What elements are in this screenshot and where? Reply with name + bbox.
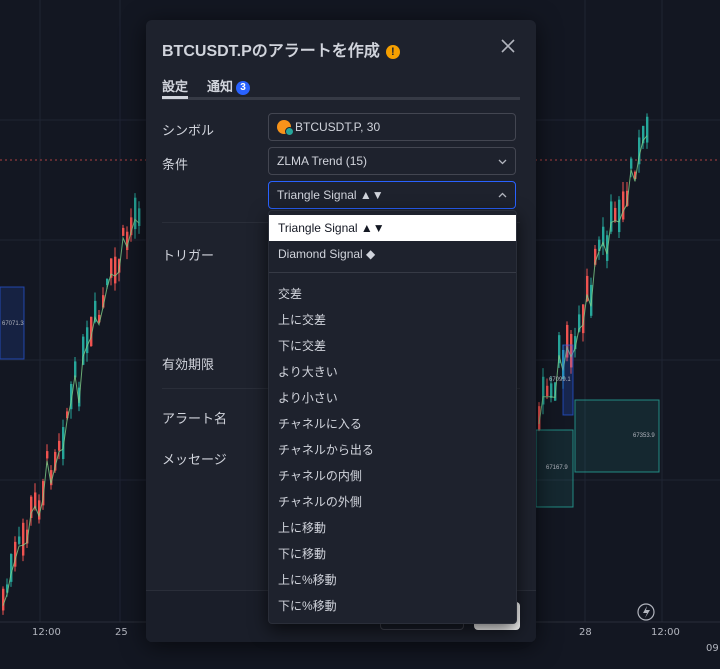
expiration-label: 有効期限	[162, 357, 215, 372]
candle-body	[58, 440, 61, 451]
dropdown-option[interactable]: より小さい	[269, 385, 516, 411]
dialog-title-text: BTCUSDT.Pのアラートを作成	[162, 43, 380, 60]
symbol-logo-icon	[277, 120, 294, 136]
close-icon[interactable]	[500, 38, 516, 54]
box-label: 67167.9	[546, 465, 568, 471]
dropdown-option[interactable]: Triangle Signal ▲▼	[269, 215, 516, 241]
candle-body	[630, 158, 633, 169]
alert-name-label: アラート名	[162, 411, 228, 426]
signal-dropdown-menu: Triangle Signal ▲▼ Diamond Signal ◆ 交差 上…	[268, 210, 517, 624]
symbol-label: シンボル	[162, 123, 215, 138]
dropdown-option[interactable]: 上に移動	[269, 515, 516, 541]
dropdown-option[interactable]: チャネルに入る	[269, 411, 516, 437]
dropdown-option[interactable]: 上に交差	[269, 307, 516, 333]
signal-value: Triangle Signal ▲▼	[277, 188, 384, 202]
chevron-up-icon	[498, 192, 507, 198]
candle-body	[74, 361, 77, 378]
dropdown-separator	[269, 272, 516, 273]
condition-select[interactable]: ZLMA Trend (15)	[268, 147, 516, 175]
candle-body	[622, 191, 625, 220]
candle-body	[138, 208, 141, 226]
symbol-value: BTCUSDT.P, 30	[295, 120, 381, 134]
candle-body	[2, 588, 5, 611]
dropdown-option[interactable]: 下に交差	[269, 333, 516, 359]
tab-settings[interactable]: 設定	[162, 76, 188, 95]
x-axis-label: 12:00	[651, 627, 680, 638]
signal-select[interactable]: Triangle Signal ▲▼	[268, 181, 516, 209]
candle-body	[618, 199, 621, 233]
dropdown-option[interactable]: より大きい	[269, 359, 516, 385]
candle-body	[18, 536, 21, 544]
tab-notifications-label: 通知	[207, 79, 234, 94]
dropdown-option[interactable]: チャネルから出る	[269, 437, 516, 463]
candle-body	[114, 256, 117, 284]
box-label: 67353.9	[633, 433, 655, 439]
dropdown-option[interactable]: チャネルの外側	[269, 489, 516, 515]
x-axis-label: 28	[579, 627, 592, 638]
dropdown-option[interactable]: Diamond Signal ◆	[269, 241, 516, 267]
tab-notifications[interactable]: 通知 3	[207, 76, 251, 95]
active-tab-indicator	[162, 96, 188, 99]
trigger-label: トリガー	[162, 248, 215, 263]
dialog-title: BTCUSDT.Pのアラートを作成!	[162, 37, 400, 61]
right-candles	[538, 113, 649, 432]
dropdown-option[interactable]: 下に%移動	[269, 593, 516, 619]
candle-body	[134, 197, 137, 230]
condition-label: 条件	[162, 157, 189, 172]
candle-body	[546, 385, 549, 397]
dropdown-option[interactable]: 上に%移動	[269, 567, 516, 593]
x-axis-label: 25	[115, 627, 128, 638]
symbol-field[interactable]: BTCUSDT.P, 30	[268, 113, 516, 141]
candle-body	[22, 522, 25, 556]
dropdown-option[interactable]: 下に移動	[269, 541, 516, 567]
tab-bar: 設定 通知 3	[162, 76, 520, 100]
dropdown-option[interactable]: チャネルの内側	[269, 463, 516, 489]
box-label: 67071.3	[2, 321, 24, 327]
chevron-down-icon	[498, 159, 507, 165]
dropdown-option[interactable]: 交差	[269, 281, 516, 307]
candle-body	[646, 116, 649, 143]
warning-icon[interactable]: !	[385, 45, 400, 59]
candle-body	[122, 227, 125, 236]
message-label: メッセージ	[162, 452, 227, 467]
candle-body	[550, 383, 553, 398]
notification-count-badge: 3	[236, 81, 251, 95]
condition-value: ZLMA Trend (15)	[277, 154, 368, 168]
candle-body	[46, 451, 49, 459]
x-axis-label: 09	[706, 643, 719, 654]
box-label: 67099.1	[549, 377, 571, 383]
x-axis-label: 12:00	[32, 627, 61, 638]
candle-body	[614, 207, 617, 222]
